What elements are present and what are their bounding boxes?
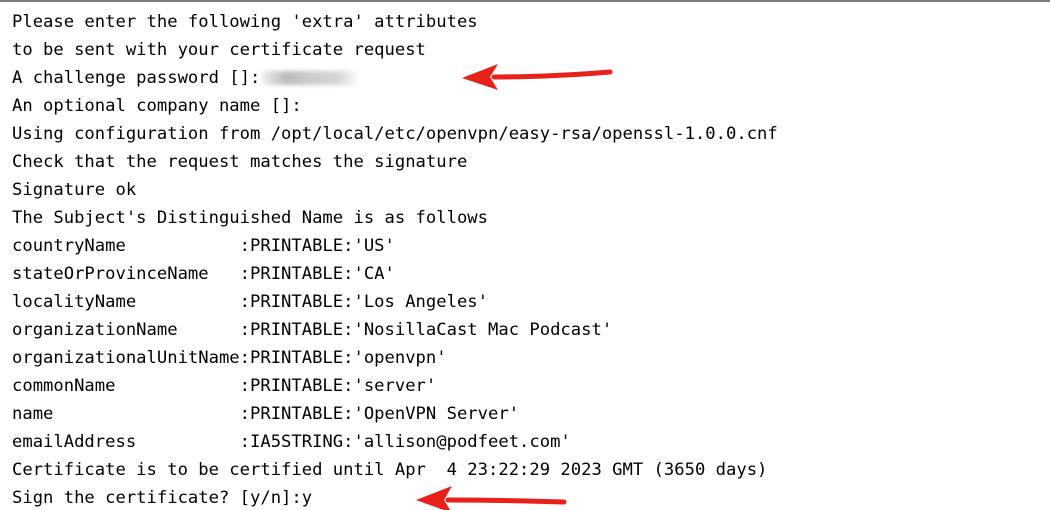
arrow-shaft [491, 69, 613, 80]
terminal-line-text: organizationName :PRINTABLE:'NosillaCast… [12, 320, 613, 340]
terminal-line-text: The Subject's Distinguished Name is as f… [12, 208, 488, 228]
terminal-line-text: Please enter the following 'extra' attri… [12, 12, 478, 32]
terminal-line-text: commonName :PRINTABLE:'server' [12, 376, 437, 396]
terminal-line: Signature ok [12, 176, 778, 204]
terminal-line-text: countryName :PRINTABLE:'US' [12, 236, 395, 256]
sign-certificate-line: Sign the certificate? [y/n]:y [12, 484, 778, 510]
challenge-password-line: A challenge password []: [12, 64, 778, 92]
terminal-line: organizationalUnitName:PRINTABLE:'openvp… [12, 344, 778, 372]
sign-certificate-prompt: Sign the certificate? [y/n]:y [12, 488, 313, 508]
terminal-line-text: name :PRINTABLE:'OpenVPN Server' [12, 404, 520, 424]
terminal-line-text: stateOrProvinceName :PRINTABLE:'CA' [12, 264, 395, 284]
terminal-line-text: Signature ok [12, 180, 137, 200]
redacted-password [262, 71, 359, 85]
terminal-line: organizationName :PRINTABLE:'NosillaCast… [12, 316, 778, 344]
terminal-line: to be sent with your certificate request [12, 36, 778, 64]
terminal-line-text: localityName :PRINTABLE:'Los Angeles' [12, 292, 488, 312]
terminal-line: emailAddress :IA5STRING:'allison@podfeet… [12, 428, 778, 456]
terminal-line: Using configuration from /opt/local/etc/… [12, 120, 778, 148]
terminal-line: Certificate is to be certified until Apr… [12, 456, 778, 484]
arrow-shaft [445, 497, 567, 505]
terminal-line: name :PRINTABLE:'OpenVPN Server' [12, 400, 778, 428]
terminal-line: An optional company name []: [12, 92, 778, 120]
left-arrow-icon [416, 486, 567, 510]
terminal-line-text: Check that the request matches the signa… [12, 152, 468, 172]
terminal-window[interactable]: Please enter the following 'extra' attri… [0, 0, 1050, 510]
terminal-line: The Subject's Distinguished Name is as f… [12, 204, 778, 232]
terminal-line: localityName :PRINTABLE:'Los Angeles' [12, 288, 778, 316]
terminal-line: Check that the request matches the signa… [12, 148, 778, 176]
terminal-line: countryName :PRINTABLE:'US' [12, 232, 778, 260]
terminal-line-text: emailAddress :IA5STRING:'allison@podfeet… [12, 432, 571, 452]
challenge-password-prompt: A challenge password []: [12, 68, 261, 88]
terminal-line: commonName :PRINTABLE:'server' [12, 372, 778, 400]
terminal-line-text: Certificate is to be certified until Apr… [12, 460, 768, 480]
terminal-line: stateOrProvinceName :PRINTABLE:'CA' [12, 260, 778, 288]
terminal-line-text: to be sent with your certificate request [12, 40, 426, 60]
terminal-output: Please enter the following 'extra' attri… [12, 8, 778, 510]
left-arrow-icon [462, 64, 613, 90]
terminal-line: Please enter the following 'extra' attri… [12, 8, 778, 36]
terminal-line-text: organizationalUnitName:PRINTABLE:'openvp… [12, 348, 447, 368]
terminal-line-text: Using configuration from /opt/local/etc/… [12, 124, 778, 144]
terminal-line-text: An optional company name []: [12, 96, 302, 116]
